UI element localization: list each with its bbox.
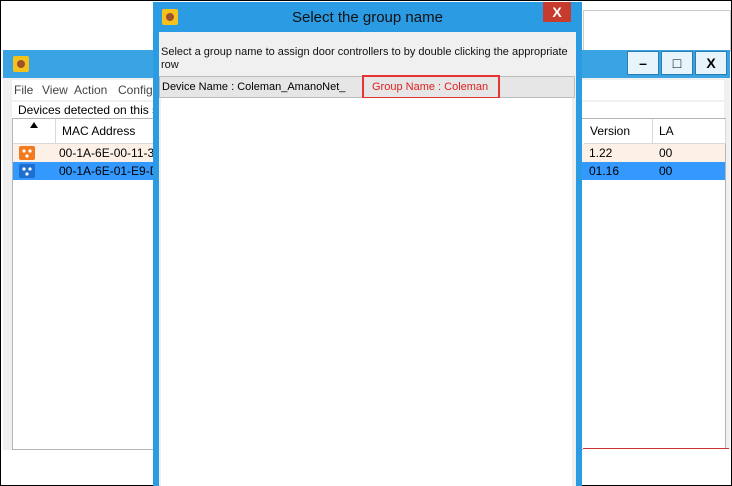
group-name-highlight[interactable]: Group Name : Coleman: [362, 75, 500, 99]
version-column-label: Version: [590, 124, 631, 138]
minimize-button[interactable]: –: [627, 51, 659, 75]
menu-config[interactable]: Config: [118, 83, 153, 97]
device-name-label: Device Name : Coleman_AmanoNet_: [162, 81, 346, 93]
dialog-title: Select the group name: [292, 9, 443, 26]
device-icon: [19, 164, 35, 181]
mac-cell: 00-1A-6E-00-11-3C: [59, 146, 163, 160]
background-window-left: [3, 3, 153, 50]
dialog-app-icon: [162, 9, 178, 28]
menu-file[interactable]: File: [14, 83, 33, 97]
dialog-body: Select a group name to assign door contr…: [159, 32, 576, 486]
background-window-bottom: [583, 448, 729, 485]
sort-column-header[interactable]: [13, 119, 56, 144]
group-row[interactable]: Device Name : Coleman_AmanoNet_ Group Na…: [159, 75, 575, 99]
devices-label: Devices detected on this sub: [18, 103, 172, 117]
mac-column-label: MAC Address: [62, 124, 136, 138]
la-cell: 00: [659, 164, 673, 178]
maximize-button[interactable]: □: [661, 51, 693, 75]
la-column-header[interactable]: LA: [653, 119, 726, 144]
la-cell: 00: [659, 146, 673, 160]
main-close-button[interactable]: X: [695, 51, 727, 75]
mac-column-header[interactable]: MAC Address: [56, 119, 157, 144]
dialog-close-button[interactable]: X: [543, 2, 571, 22]
menu-view[interactable]: View: [42, 83, 68, 97]
device-icon: [19, 146, 35, 163]
group-list[interactable]: [161, 98, 572, 486]
version-cell: 01.16: [589, 164, 620, 178]
la-column-label: LA: [659, 124, 674, 138]
version-cell: 1.22: [589, 146, 613, 160]
app-icon: [13, 56, 29, 75]
mac-cell: 00-1A-6E-01-E9-D3: [59, 164, 166, 178]
menu-action[interactable]: Action: [74, 83, 107, 97]
sort-arrow-icon: [29, 118, 39, 132]
background-window-right: [583, 10, 731, 52]
group-name-label: Group Name : Coleman: [372, 81, 489, 93]
select-group-dialog: Select the group name X Select a group n…: [153, 2, 582, 486]
version-column-header[interactable]: Version: [584, 119, 653, 144]
dialog-instruction: Select a group name to assign door contr…: [161, 46, 568, 71]
